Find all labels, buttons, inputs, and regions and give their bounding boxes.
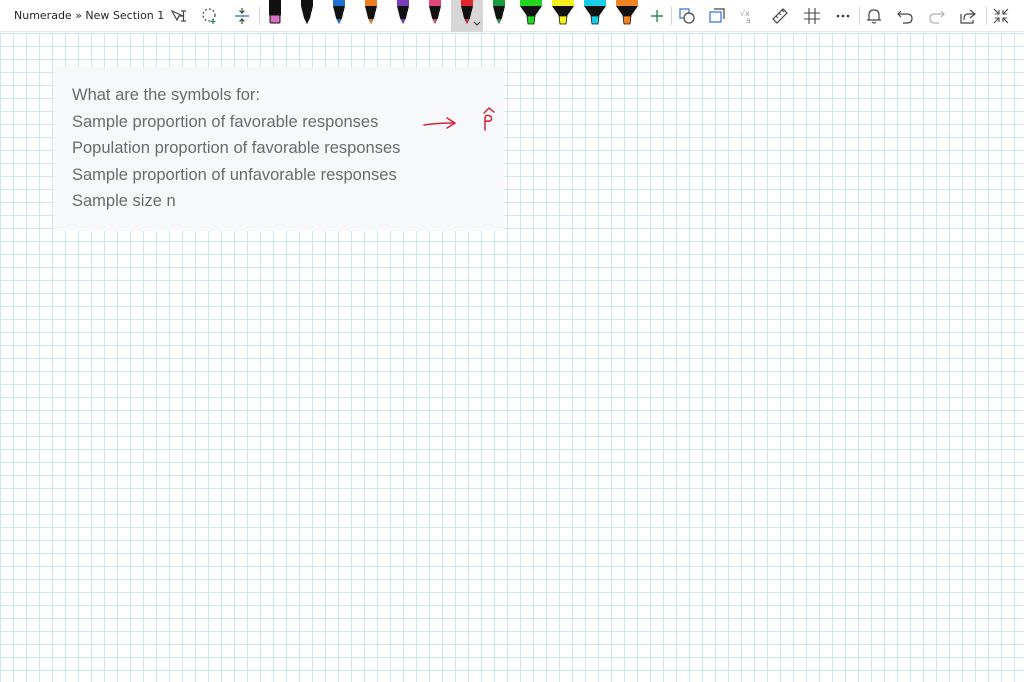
grid-icon[interactable] [802,4,822,28]
toolbar-separator [671,7,672,25]
shapes-icon[interactable] [677,4,697,28]
ink-annotation[interactable] [418,100,508,140]
toolbar-separator [859,7,860,25]
note-line-heading: What are the symbols for: [72,86,260,104]
share-icon[interactable] [958,4,978,28]
highlighter-lime-icon[interactable] [519,0,543,28]
pen-pink-icon[interactable] [267,0,283,28]
ink-to-text-icon[interactable] [168,4,190,28]
note-line: Population proportion of favorable respo… [72,139,401,157]
lasso-select-icon[interactable] [199,4,221,28]
redo-icon[interactable] [927,4,947,28]
ink-to-math-icon[interactable]: √x a [738,4,758,28]
ribbon-toolbar: Numerade » New Section 1 √x a [0,0,1024,32]
pen-green-icon[interactable] [491,0,507,28]
pen-orange-icon[interactable] [363,0,379,28]
more-icon[interactable] [833,4,853,28]
pen-black-icon[interactable] [299,0,315,28]
breadcrumb[interactable]: Numerade » New Section 1 [14,9,164,22]
add-pen-icon[interactable] [648,4,666,28]
ruler-icon[interactable] [770,4,790,28]
highlighter-orange-icon[interactable] [615,0,639,28]
insert-space-icon[interactable] [231,4,253,28]
ink-to-shape-icon[interactable] [707,4,727,28]
undo-icon[interactable] [895,4,915,28]
notification-icon[interactable] [864,4,884,28]
toolbar-separator [259,7,260,25]
fullscreen-icon[interactable] [991,4,1011,28]
ink-letter-p [484,114,493,131]
note-line: Sample proportion of favorable responses [72,113,379,131]
highlighter-yellow-icon[interactable] [551,0,575,28]
highlighter-cyan-icon[interactable] [583,0,607,28]
pen-purple-icon[interactable] [395,0,411,28]
pen-magenta-icon[interactable] [427,0,443,28]
toolbar-separator [986,7,987,25]
svg-text:a: a [746,16,751,25]
ink-arrow [423,122,455,126]
ink-hat [483,107,495,114]
pen-blue-icon[interactable] [331,0,347,28]
note-line: Sample proportion of unfavorable respons… [72,166,397,184]
chevron-down-icon[interactable] [473,21,481,27]
note-line: Sample size n [72,192,176,210]
